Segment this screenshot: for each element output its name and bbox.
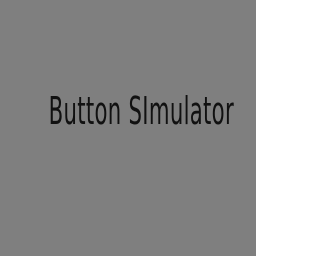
game-icon-canvas: Button SImulator bbox=[0, 0, 256, 256]
game-title: Button SImulator bbox=[48, 89, 234, 133]
